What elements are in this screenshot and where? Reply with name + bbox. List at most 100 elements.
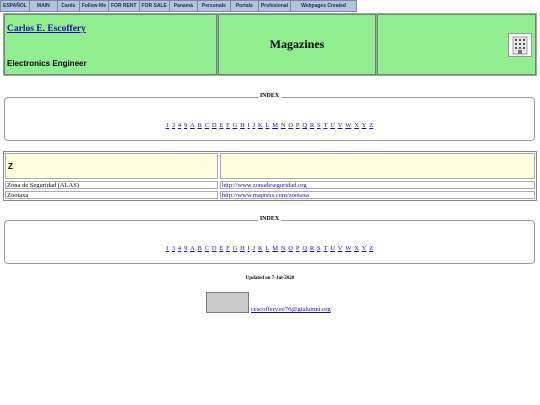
nav-item-espanol[interactable]: ESPAÑOL <box>1 1 30 11</box>
index-link[interactable]: E <box>219 245 223 252</box>
index-link[interactable]: B <box>198 122 202 129</box>
author-title: Electronics Engineer <box>7 59 87 68</box>
site-name: Zootaxa <box>5 191 218 199</box>
index-link[interactable]: W <box>345 245 351 252</box>
index-link[interactable]: X <box>354 245 359 252</box>
index-link[interactable]: I <box>248 245 250 252</box>
author-cell: Carlos E. Escoffery Electronics Engineer <box>4 14 217 75</box>
index-link[interactable]: H <box>240 245 245 252</box>
index-link[interactable]: R <box>310 122 314 129</box>
index-link[interactable]: X <box>354 122 359 129</box>
section-letter: Z <box>5 153 218 179</box>
index-link[interactable]: J <box>253 122 256 129</box>
index-link[interactable]: V <box>338 122 343 129</box>
building-icon <box>508 33 532 57</box>
index-link[interactable]: D <box>212 245 217 252</box>
index-link[interactable]: F <box>226 122 230 129</box>
nav-item-main[interactable]: MAIN <box>30 1 58 11</box>
page-title: Magazines <box>269 37 325 51</box>
index-link[interactable]: 3 <box>172 122 175 129</box>
index-link[interactable]: N <box>281 122 286 129</box>
table-row: Zootaxa http://www.mapress.com/zootaxa <box>4 190 536 200</box>
index-box-bottom: INDEX 1 3 4 9 A B C D E F G H I J K L M … <box>4 216 535 264</box>
index-link[interactable]: Z <box>369 122 373 129</box>
index-link[interactable]: P <box>296 245 300 252</box>
index-link[interactable]: R <box>310 245 314 252</box>
title-cell: Magazines <box>218 14 376 75</box>
top-nav: ESPAÑOL MAIN Cards Follow Me FOR RENT FO… <box>0 0 357 12</box>
section-header-blank <box>220 153 535 179</box>
table-row: Zona de Seguridad (ALAS) http://www.zona… <box>4 180 536 190</box>
site-url-cell: http://www.mapress.com/zootaxa <box>220 191 535 199</box>
nav-item-personals[interactable]: Personals <box>198 1 231 11</box>
index-link[interactable]: E <box>219 122 223 129</box>
index-link[interactable]: M <box>272 122 278 129</box>
nav-item-profesional[interactable]: Profesional <box>259 1 292 11</box>
index-link[interactable]: T <box>323 122 327 129</box>
index-link[interactable]: 9 <box>184 245 187 252</box>
index-link[interactable]: I <box>248 122 250 129</box>
links-table: Z Zona de Seguridad (ALAS) http://www.zo… <box>3 151 537 201</box>
index-link[interactable]: G <box>233 245 238 252</box>
index-link[interactable]: 9 <box>184 122 187 129</box>
nav-item-webpages-created[interactable]: Webpages Created <box>291 1 356 11</box>
index-legend: INDEX <box>257 216 282 222</box>
index-link[interactable]: O <box>288 122 293 129</box>
index-link[interactable]: 1 <box>166 122 169 129</box>
index-link[interactable]: Z <box>369 245 373 252</box>
section-header-row: Z <box>4 152 536 180</box>
index-link[interactable]: B <box>198 245 202 252</box>
index-link[interactable]: Y <box>362 122 367 129</box>
index-link[interactable]: T <box>323 245 327 252</box>
index-link[interactable]: 4 <box>178 245 181 252</box>
updated-date: Updated on 7-Jul-2020 <box>245 276 295 281</box>
index-link[interactable]: O <box>288 245 293 252</box>
nav-item-for-sale[interactable]: FOR SALE <box>140 1 170 11</box>
email-link[interactable]: cescoffery.ee76@gtalumni.org <box>251 306 331 313</box>
index-link[interactable]: H <box>240 122 245 129</box>
index-link[interactable]: A <box>190 245 195 252</box>
index-link[interactable]: G <box>233 122 238 129</box>
author-name-link[interactable]: Carlos E. Escoffery <box>7 24 86 34</box>
email-row: cescoffery.ee76@gtalumni.org <box>206 292 331 313</box>
index-link[interactable]: U <box>330 245 335 252</box>
index-link[interactable]: C <box>205 122 209 129</box>
nav-item-cards[interactable]: Cards <box>58 1 80 11</box>
nav-item-for-rent[interactable]: FOR RENT <box>109 1 140 11</box>
site-name: Zona de Seguridad (ALAS) <box>5 181 218 189</box>
index-link[interactable]: 1 <box>166 245 169 252</box>
site-url-link[interactable]: http://www.zonadeseguridad.org <box>222 182 307 188</box>
site-url-link[interactable]: http://www.mapress.com/zootaxa <box>222 192 309 198</box>
page-header: Carlos E. Escoffery Electronics Engineer… <box>3 13 537 76</box>
index-link[interactable]: Y <box>362 245 367 252</box>
index-link[interactable]: 4 <box>178 122 181 129</box>
index-link[interactable]: K <box>258 245 263 252</box>
index-link[interactable]: U <box>330 122 335 129</box>
index-link[interactable]: A <box>190 122 195 129</box>
index-legend: INDEX <box>257 93 282 99</box>
index-link[interactable]: C <box>205 245 209 252</box>
index-link[interactable]: Q <box>302 122 307 129</box>
index-link[interactable]: L <box>265 245 269 252</box>
index-link[interactable]: J <box>253 245 256 252</box>
logo-cell <box>377 14 536 75</box>
index-link[interactable]: N <box>281 245 286 252</box>
index-link[interactable]: Q <box>302 245 307 252</box>
nav-item-panama[interactable]: Panamá <box>170 1 198 11</box>
index-link[interactable]: S <box>317 122 321 129</box>
index-link[interactable]: F <box>226 245 230 252</box>
index-link[interactable]: K <box>258 122 263 129</box>
index-link[interactable]: 3 <box>172 245 175 252</box>
nav-item-portals[interactable]: Portals <box>231 1 259 11</box>
index-link[interactable]: D <box>212 122 217 129</box>
index-link[interactable]: V <box>338 245 343 252</box>
index-box-top: INDEX 1 3 4 9 A B C D E F G H I J K L M … <box>4 93 535 141</box>
index-link[interactable]: L <box>265 122 269 129</box>
nav-item-follow-me[interactable]: Follow Me <box>80 1 109 11</box>
index-link[interactable]: M <box>272 245 278 252</box>
site-url-cell: http://www.zonadeseguridad.org <box>220 181 535 189</box>
index-link[interactable]: P <box>296 122 300 129</box>
email-image[interactable] <box>206 292 249 313</box>
index-link[interactable]: W <box>345 122 351 129</box>
index-link[interactable]: S <box>317 245 321 252</box>
